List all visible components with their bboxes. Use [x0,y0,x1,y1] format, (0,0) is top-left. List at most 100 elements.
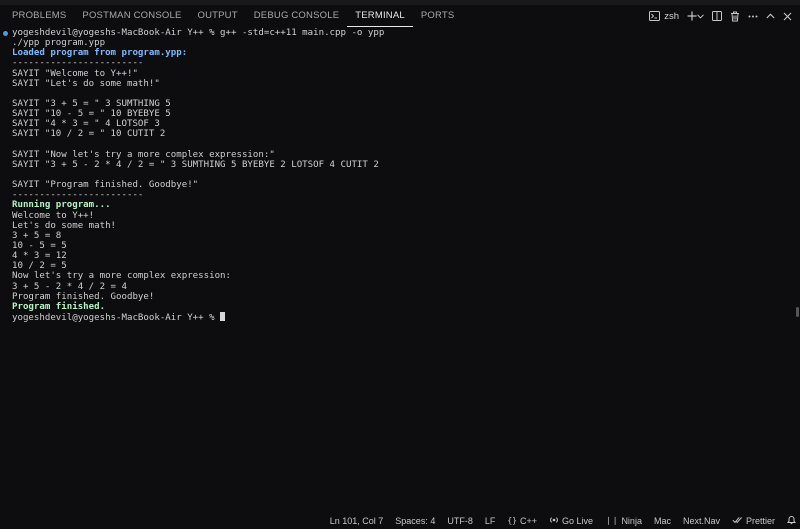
braces-icon: {} [507,516,517,525]
go-live-button[interactable]: Go Live [543,515,599,527]
terminal-line: ------------------------ [0,58,792,68]
double-check-icon [732,516,743,526]
terminal-line-text: SAYIT "4 * 3 = " 4 LOTSOF 3 [12,119,160,130]
nextnav-item[interactable]: Next.Nav [677,516,726,526]
terminal-output[interactable]: yogeshdevil@yogeshs-MacBook-Air Y++ % g+… [0,28,792,512]
ninja-item[interactable]: ❘❘ Ninja [599,516,648,526]
terminal-line-text: ------------------------ [12,58,144,69]
close-icon [783,12,792,21]
tab-debug-console[interactable]: DEBUG CONSOLE [246,5,347,27]
terminal-line: SAYIT "Now let's try a more complex expr… [0,150,792,160]
terminal-line: 4 * 3 = 12 [0,251,792,261]
terminal-line: SAYIT "3 + 5 - 2 * 4 / 2 = " 3 SUMTHING … [0,160,792,170]
maximize-panel-button[interactable] [766,13,775,19]
indentation-setting[interactable]: Spaces: 4 [389,516,441,526]
more-icon [748,15,758,18]
split-terminal-button[interactable] [712,11,722,21]
terminal-line-text: SAYIT "10 / 2 = " 10 CUTIT 2 [12,129,166,140]
terminal-line-text: Program finished. Goodbye! [12,291,155,302]
terminal-line-text: SAYIT "3 + 5 - 2 * 4 / 2 = " 3 SUMTHING … [12,159,379,170]
shell-label: zsh [664,10,679,22]
terminal-line: Program finished. Goodbye! [0,292,792,302]
terminal-line: SAYIT "3 + 5 = " 3 SUMTHING 5 [0,99,792,109]
prettier-item[interactable]: Prettier [726,516,781,526]
terminal-line-text: 3 + 5 = 8 [12,230,62,241]
eol-setting[interactable]: LF [479,516,502,526]
terminal-line: Now let's try a more complex expression: [0,271,792,281]
terminal-line: Loaded program from program.ypp: [0,48,792,58]
cursor-position[interactable]: Ln 101, Col 7 [324,516,390,526]
terminal-line-text: SAYIT "10 - 5 = " 10 BYEBYE 5 [12,109,171,120]
terminal-line: SAYIT "10 - 5 = " 10 BYEBYE 5 [0,109,792,119]
terminal-line-text: yogeshdevil@yogeshs-MacBook-Air Y++ % g+… [12,28,385,38]
ninja-label: Ninja [621,515,642,526]
terminal-line-text: SAYIT "Now let's try a more complex expr… [12,149,275,160]
terminal-line: ------------------------ [0,190,792,200]
chevron-down-icon[interactable] [697,13,704,19]
terminal-line-text: 10 / 2 = 5 [12,261,67,272]
terminal-line: Running program... [0,200,792,210]
terminal-line-text: 3 + 5 - 2 * 4 / 2 = 4 [12,281,127,292]
language-mode[interactable]: {} C++ [501,516,543,526]
notifications-button[interactable] [781,515,800,527]
prettier-label: Prettier [745,515,775,526]
broadcast-icon [549,515,559,527]
trash-icon [730,11,740,22]
terminal-line: 10 - 5 = 5 [0,241,792,251]
terminal-line-text: 4 * 3 = 12 [12,251,67,262]
terminal-line: Welcome to Y++! [0,211,792,221]
terminal-line: SAYIT "10 / 2 = " 10 CUTIT 2 [0,129,792,139]
terminal-line-text: 10 - 5 = 5 [12,240,67,251]
new-terminal-button[interactable] [687,11,704,21]
terminal-line-text: SAYIT "Let's do some math!" [12,78,160,89]
terminal-line-text: ./ypp program.ypp [12,38,106,49]
terminal-line-text: SAYIT "Program finished. Goodbye!" [12,180,199,191]
terminal-line: 3 + 5 = 8 [0,231,792,241]
pause-icon: ❘❘ [605,516,619,525]
terminal-line: Program finished. [0,302,792,312]
terminal-line: SAYIT "Program finished. Goodbye!" [0,180,792,190]
encoding-setting[interactable]: UTF-8 [441,516,479,526]
terminal-line: SAYIT "Let's do some math!" [0,79,792,89]
terminal-scrollbar[interactable] [796,307,799,317]
tab-output[interactable]: OUTPUT [189,5,245,27]
tab-ports[interactable]: PORTS [413,5,463,27]
terminal-line: SAYIT "4 * 3 = " 4 LOTSOF 3 [0,119,792,129]
terminal-line-text: SAYIT "3 + 5 = " 3 SUMTHING 5 [12,98,171,109]
terminal-line: 10 / 2 = 5 [0,261,792,271]
more-actions-button[interactable] [748,15,758,18]
terminal-line-text: Let's do some math! [12,220,117,231]
terminal-icon [649,11,661,21]
terminal-line: SAYIT "Welcome to Y++!" [0,69,792,79]
shell-selector[interactable]: zsh [649,11,679,22]
terminal-line-text: Welcome to Y++! [12,210,95,221]
tab-postman-console[interactable]: POSTMAN CONSOLE [74,5,189,27]
terminal-line: ./ypp program.ypp [0,38,792,48]
panel-toolbar: zsh [649,5,792,27]
split-icon [712,11,722,21]
terminal-line: 3 + 5 - 2 * 4 / 2 = 4 [0,282,792,292]
status-bar: Ln 101, Col 7 Spaces: 4 UTF-8 LF {} C++ … [0,512,800,529]
tab-terminal[interactable]: TERMINAL [347,5,413,27]
language-label: C++ [519,515,537,526]
go-live-label: Go Live [562,515,594,526]
tab-problems[interactable]: PROBLEMS [0,5,74,27]
terminal-line-text: Now let's try a more complex expression: [12,271,231,282]
mac-item[interactable]: Mac [648,516,677,526]
terminal-line: yogeshdevil@yogeshs-MacBook-Air Y++ % g+… [0,28,792,38]
maximize-icon [766,13,775,19]
terminal-line-text: SAYIT "Welcome to Y++!" [12,68,138,79]
terminal-line-text: ------------------------ [12,190,144,201]
terminal-cursor [220,311,226,321]
terminal-line-text: Running program... [12,200,111,211]
kill-terminal-button[interactable] [730,11,740,22]
terminal-line-text: Program finished. [12,301,106,312]
bell-icon [786,515,797,527]
terminal-line: yogeshdevil@yogeshs-MacBook-Air Y++ % [0,311,792,323]
terminal-line: Let's do some math! [0,221,792,231]
terminal-line-text: Loaded program from program.ypp: [12,48,188,59]
plus-icon [687,11,697,21]
close-panel-button[interactable] [783,12,792,21]
